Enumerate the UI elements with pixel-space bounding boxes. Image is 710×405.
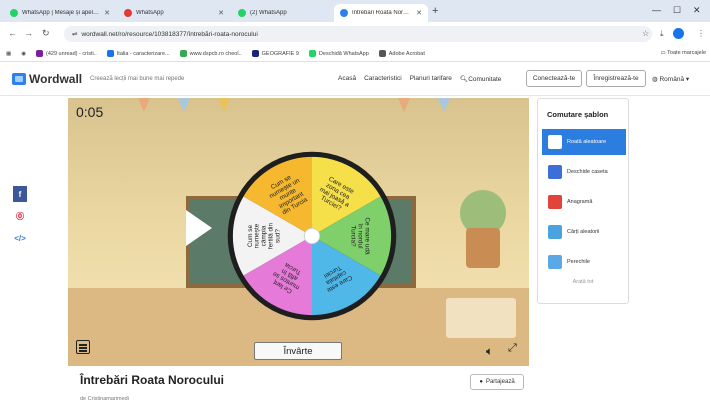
bookmarks-bar: ▦ ◉ (429 unread) - cristi.. Italia - car… (0, 46, 710, 62)
bunting-flag (138, 98, 150, 112)
template-random-cards[interactable]: Cărți aleatorii (542, 219, 626, 245)
download-icon[interactable]: ⤓ (660, 29, 664, 39)
bunting-flag (438, 98, 450, 112)
minimize-icon[interactable]: — (652, 5, 661, 15)
plant-pot (466, 228, 500, 268)
chrome-icon[interactable]: ◉ (21, 51, 26, 57)
share-icon: ● (479, 379, 483, 385)
template-pairs[interactable]: Perechile (542, 249, 626, 275)
fullscreen-icon[interactable]: ⤢ (508, 342, 517, 355)
embed-icon[interactable]: </> (13, 230, 27, 246)
box-icon (548, 165, 562, 179)
bunting-flag (178, 98, 190, 112)
menu-icon[interactable] (76, 340, 90, 354)
logo-icon (12, 73, 26, 85)
signup-button[interactable]: Înregistrează-te (586, 70, 646, 87)
bunting-flag (398, 98, 410, 112)
bookmark-item[interactable]: Adobe Acrobat (378, 50, 425, 57)
all-bookmarks-button[interactable]: ▭ Toate marcajele (661, 50, 706, 56)
activity-author[interactable]: de Cristinamarimedi (80, 396, 129, 402)
wheel-icon (548, 135, 562, 149)
nav-community[interactable]: 🔍︎Comunitate (460, 75, 502, 83)
template-random-wheel[interactable]: Roată aleatoare (542, 129, 626, 155)
desk (446, 298, 516, 338)
tab-label: (2) WhatsApp (250, 10, 287, 16)
close-window-icon[interactable]: ✕ (693, 5, 701, 16)
close-icon[interactable]: ✕ (218, 9, 224, 17)
sound-icon[interactable]: 🔈︎ (486, 344, 493, 359)
tab-label: Întrebări Roata Norocului - Roa (352, 10, 413, 16)
activity-title: Întrebări Roata Norocului (80, 373, 225, 387)
back-icon[interactable]: ← (8, 28, 17, 38)
acrobat-icon (378, 50, 386, 57)
tagline: Creează lecții mai bune mai repede (90, 76, 185, 82)
show-more-link[interactable]: Arată tot (538, 279, 628, 285)
timer: 0:05 (76, 104, 104, 120)
globe-icon (106, 50, 114, 57)
browser-tab[interactable]: WhatsApp | Mesaje și apeluri ș ✕ (4, 4, 116, 22)
wordwall-icon (340, 9, 348, 17)
url-input[interactable]: ⇌ wordwall.net/ro/resource/103818377/înt… (64, 26, 652, 42)
tab-label: WhatsApp (136, 10, 164, 16)
login-button[interactable]: Conectează-te (526, 70, 582, 87)
bookmark-item[interactable]: Italia - caracterizare... (106, 50, 170, 57)
star-icon[interactable]: ☆ (642, 29, 649, 38)
share-button[interactable]: ● Partajează (470, 374, 524, 390)
reload-icon[interactable]: ↻ (42, 28, 50, 39)
whatsapp-icon (124, 9, 132, 17)
facebook-icon[interactable]: f (13, 186, 27, 202)
close-icon[interactable]: ✕ (416, 9, 422, 17)
anagram-icon (548, 195, 562, 209)
google-icon (179, 50, 187, 57)
nav-home[interactable]: Acasă (338, 75, 356, 83)
nav-pricing[interactable]: Planuri tarifare (410, 75, 452, 83)
whatsapp-icon (10, 9, 18, 17)
whatsapp-icon (238, 9, 246, 17)
kebab-menu-icon[interactable]: ⋮ (697, 29, 705, 38)
chevron-down-icon: ▾ (685, 76, 690, 83)
bookmark-item[interactable]: (429 unread) - cristi.. (36, 50, 97, 57)
spin-button[interactable]: Învârte (254, 342, 342, 360)
url-text: wordwall.net/ro/resource/103818377/între… (81, 30, 258, 38)
language-select[interactable]: ◍ Română ▾ (652, 75, 689, 83)
browser-tab-active[interactable]: Întrebări Roata Norocului - Roa ✕ (334, 4, 428, 22)
whatsapp-icon (308, 50, 316, 57)
mail-icon (36, 50, 44, 57)
template-open-box[interactable]: Deschide caseta (542, 159, 626, 185)
template-anagram[interactable]: Anagramă (542, 189, 626, 215)
play-icon[interactable] (186, 210, 212, 246)
bunting-flag (218, 98, 230, 112)
bookmark-item[interactable]: GEOGRAFIE 9 (251, 50, 299, 57)
avatar[interactable] (673, 28, 684, 39)
bookmark-item[interactable]: www.dspcb.ro cheol.. (179, 50, 242, 57)
pairs-icon (548, 255, 562, 269)
site-header: Wordwall Creează lecții mai bune mai rep… (0, 62, 710, 96)
browser-tab-bar: WhatsApp | Mesaje și apeluri ș ✕ WhatsAp… (0, 0, 710, 22)
close-icon[interactable]: ✕ (104, 9, 110, 17)
site-info-icon[interactable]: ⇌ (72, 30, 77, 38)
maximize-icon[interactable]: ☐ (673, 5, 681, 16)
tab-label: WhatsApp | Mesaje și apeluri ș (22, 10, 101, 16)
wheel-hub (303, 227, 321, 245)
wordwall-logo[interactable]: Wordwall (12, 72, 82, 86)
browser-tab[interactable]: WhatsApp ✕ (118, 4, 230, 22)
search-icon: 🔍︎ (459, 76, 469, 83)
cards-icon (548, 225, 562, 239)
game-area[interactable]: 0:05 Cum senumește unmunteimportantdin T… (68, 98, 529, 366)
globe-icon: ◍ (652, 76, 658, 83)
browser-tab[interactable]: (2) WhatsApp (232, 4, 332, 22)
address-bar-row: ← → ↻ ⇌ wordwall.net/ro/resource/1038183… (0, 22, 710, 46)
main-nav: Acasă Caracteristici Planuri tarifare 🔍︎… (338, 75, 501, 83)
template-switcher: Comutare șablon Roată aleatoare Deschide… (537, 98, 629, 304)
apps-icon[interactable]: ▦ (6, 51, 11, 57)
new-tab-icon[interactable]: + (432, 5, 438, 17)
switcher-title: Comutare șablon (547, 110, 609, 119)
forward-icon[interactable]: → (24, 28, 33, 38)
bookmark-item[interactable]: Deschidă WhatsApp (308, 50, 369, 57)
nav-features[interactable]: Caracteristici (364, 75, 402, 83)
spin-wheel[interactable]: Cum senumește unmunteimportantdin Turcia… (226, 150, 398, 322)
pinterest-icon[interactable]: ⓪ (13, 208, 27, 224)
book-icon (251, 50, 259, 57)
